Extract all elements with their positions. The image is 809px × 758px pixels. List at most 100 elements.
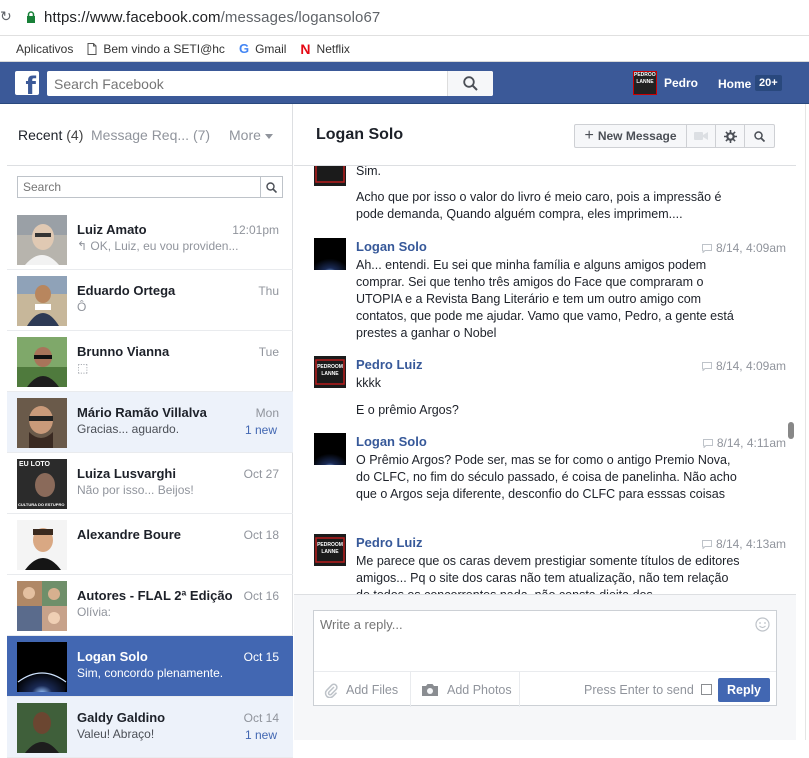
reply-actions: Add Files Add Photos Press Enter to send… xyxy=(314,671,776,707)
conversation-item[interactable]: Autores - FLAL 2ª Edição Olívia: Oct 16 xyxy=(7,575,293,636)
press-enter-checkbox[interactable] xyxy=(700,684,712,695)
conversation-list-pane: Recent (4) Message Req... (7) More Luiz … xyxy=(7,104,293,758)
tab-recent[interactable]: Recent (4) xyxy=(18,127,83,143)
message-timestamp: 8/14, 4:13am xyxy=(701,537,786,551)
thread-toolbar: + New Message xyxy=(574,124,775,148)
chat-bubble-icon xyxy=(701,539,712,549)
message-text: Acho que por isso o valor do livro é mei… xyxy=(356,190,722,221)
conversation-item[interactable]: Eduardo Ortega Ô Thu xyxy=(7,270,293,331)
message-sender[interactable]: Pedro Luiz xyxy=(356,535,422,550)
conversation-search-input[interactable] xyxy=(18,177,258,197)
conversation-item[interactable]: Brunno Vianna ⬚ Tue xyxy=(7,331,293,392)
page-icon xyxy=(87,42,97,55)
reply-composer: Add Files Add Photos Press Enter to send… xyxy=(294,594,796,740)
avatar xyxy=(17,276,67,326)
profile-link[interactable]: PEDROOM LANNE Pedro xyxy=(633,71,698,95)
chat-bubble-icon xyxy=(701,243,712,253)
chevron-down-icon xyxy=(264,133,273,139)
avatar: PEDROOM LANNE xyxy=(633,71,657,95)
conversation-search xyxy=(17,176,283,198)
message-timestamp: 8/14, 4:09am xyxy=(701,359,786,373)
add-photos-button[interactable]: Add Photos xyxy=(410,672,520,707)
google-icon: G xyxy=(238,41,250,56)
conversation-item[interactable]: Logan Solo Sim, concordo plenamente. Oct… xyxy=(7,636,293,697)
message-text: Sim. xyxy=(356,166,381,178)
reply-input[interactable] xyxy=(314,611,754,669)
emoji-icon[interactable] xyxy=(755,617,770,632)
avatar xyxy=(17,703,67,753)
avatar xyxy=(314,433,346,465)
avatar: EU LOTO CULTURA DO ESTUPRO xyxy=(17,459,67,509)
avatar xyxy=(17,642,67,692)
facebook-search-input[interactable] xyxy=(47,71,447,96)
search-button[interactable] xyxy=(260,177,282,197)
bookmark-apps[interactable]: Aplicativos xyxy=(0,42,73,56)
message-thread: Sim. Acho que por isso o valor do livro … xyxy=(294,166,796,594)
chat-bubble-icon xyxy=(701,361,712,371)
search-icon xyxy=(266,181,277,193)
message-sender[interactable]: Logan Solo xyxy=(356,239,427,254)
reload-icon[interactable]: ↻ xyxy=(0,8,12,25)
message-text: E o prêmio Argos? xyxy=(356,403,459,417)
search-button[interactable] xyxy=(447,71,493,96)
conversation-list: Luiz Amato ↰ OK, Luiz, eu vou providen..… xyxy=(7,209,293,758)
conversation-item[interactable]: Alexandre Boure Oct 18 xyxy=(7,514,293,575)
tab-more[interactable]: More xyxy=(229,127,273,143)
avatar-caption: PEDROOM LANNE xyxy=(317,542,343,555)
search-icon xyxy=(754,130,765,142)
avatar-caption: EU LOTO xyxy=(19,461,50,468)
reply-button[interactable]: Reply xyxy=(718,678,770,702)
bookmark-gmail[interactable]: G Gmail xyxy=(239,41,286,56)
home-link[interactable]: Home xyxy=(718,77,751,91)
inbox-tabs: Recent (4) Message Req... (7) More xyxy=(7,104,293,166)
plus-icon: + xyxy=(584,127,594,144)
tab-message-requests[interactable]: Message Req... (7) xyxy=(91,127,210,143)
video-camera-icon xyxy=(694,132,708,140)
avatar xyxy=(17,215,67,265)
message-text: Ah... entendi. Eu sei que minha família … xyxy=(356,258,734,340)
avatar xyxy=(17,337,67,387)
conversation-item[interactable]: EU LOTO CULTURA DO ESTUPRO Luiza Lusvarg… xyxy=(7,453,293,514)
settings-button[interactable] xyxy=(716,125,745,147)
thread-scrollbar[interactable] xyxy=(788,422,794,439)
conversation-item[interactable]: Galdy Galdino Valeu! Abraço! Oct 14 1 ne… xyxy=(7,697,293,758)
browser-url-bar: ↻ https://www.facebook.com/messages/loga… xyxy=(0,0,809,36)
video-call-button[interactable] xyxy=(687,125,716,147)
message-text: kkkk xyxy=(356,376,381,390)
search-in-thread-button[interactable] xyxy=(745,125,774,147)
avatar xyxy=(17,581,67,631)
avatar xyxy=(314,238,346,270)
conversation-item[interactable]: Luiz Amato ↰ OK, Luiz, eu vou providen..… xyxy=(7,209,293,270)
facebook-search xyxy=(47,71,493,96)
bookmark-netflix[interactable]: N Netflix xyxy=(300,41,349,57)
avatar xyxy=(314,166,346,186)
thread-pane: Logan Solo + New Message Sim. Acho que po… xyxy=(294,104,809,740)
press-enter-toggle[interactable]: Press Enter to send xyxy=(584,672,712,707)
avatar xyxy=(17,398,67,448)
add-files-button[interactable]: Add Files xyxy=(324,672,410,707)
lock-icon xyxy=(27,11,35,23)
avatar: PEDROOM LANNE xyxy=(314,534,346,566)
paperclip-icon xyxy=(324,683,338,698)
reply-box: Add Files Add Photos Press Enter to send… xyxy=(313,610,777,707)
new-message-button[interactable]: + New Message xyxy=(575,125,687,147)
avatar-caption: CULTURA DO ESTUPRO xyxy=(18,502,65,507)
message-sender[interactable]: Pedro Luiz xyxy=(356,357,422,372)
avatar: PEDROOM LANNE xyxy=(314,356,346,388)
thread-header: Logan Solo + New Message xyxy=(294,104,796,166)
message-sender[interactable]: Logan Solo xyxy=(356,434,427,449)
facebook-logo[interactable]: f xyxy=(15,71,39,95)
facebook-top-bar: f PEDROOM LANNE Pedro Home 20+ xyxy=(0,62,809,104)
apps-grid-icon xyxy=(0,44,10,54)
bookmarks-bar: Aplicativos Bem vindo a SETI@hc G Gmail … xyxy=(0,36,809,62)
conversation-item[interactable]: Mário Ramão Villalva Gracias... aguardo.… xyxy=(7,392,293,453)
gear-icon xyxy=(723,129,737,143)
address-field[interactable]: https://www.facebook.com/messages/logans… xyxy=(44,9,380,26)
message-timestamp: 8/14, 4:09am xyxy=(701,241,786,255)
bookmark-seti[interactable]: Bem vindo a SETI@hc xyxy=(87,42,225,56)
window-edge xyxy=(805,104,809,740)
message-text: Me parece que os caras devem prestigiar … xyxy=(356,554,740,594)
home-badge: 20+ xyxy=(755,75,782,91)
camera-icon xyxy=(422,683,438,696)
avatar-caption: PEDROOM LANNE xyxy=(317,364,343,377)
